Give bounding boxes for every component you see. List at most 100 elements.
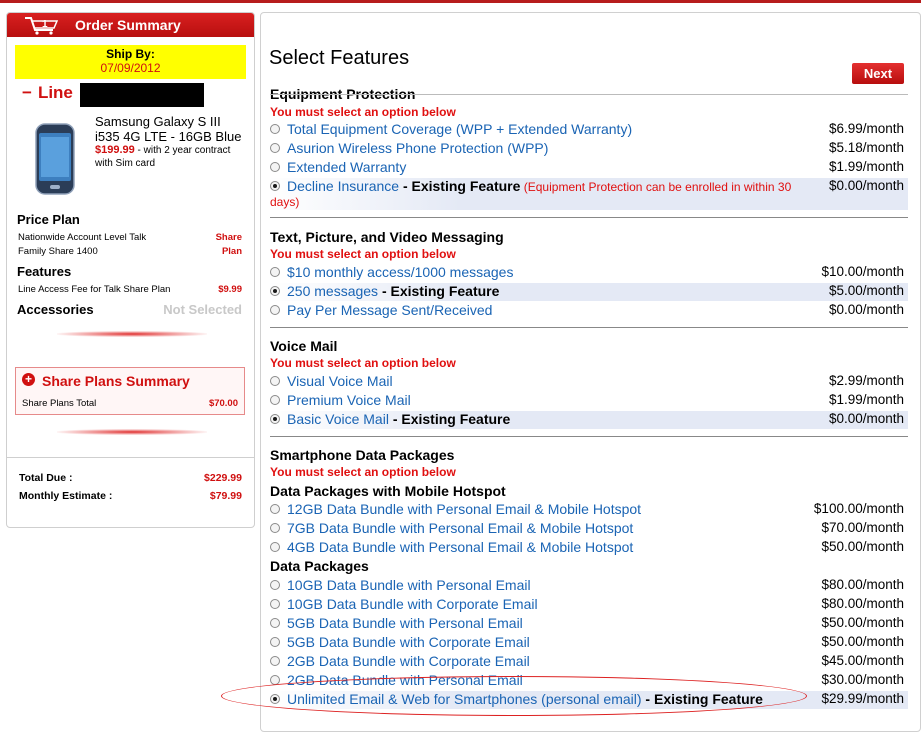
option-basic-voice-mail[interactable]: Basic Voice Mail - Existing Feature $0.0…	[268, 411, 908, 429]
section-divider	[270, 436, 908, 437]
option-label[interactable]: Decline Insurance	[287, 178, 399, 194]
option-price: $1.99/month	[828, 392, 904, 407]
option-price: $45.00/month	[821, 653, 904, 668]
option-label[interactable]: $10 monthly access/1000 messages	[287, 264, 513, 280]
option-label[interactable]: 2GB Data Bundle with Corporate Email	[287, 653, 530, 669]
option-decline-insurance[interactable]: Decline Insurance - Existing Feature (Eq…	[268, 178, 908, 210]
option-note-cont: days)	[270, 195, 300, 209]
option-1000-messages[interactable]: $10 monthly access/1000 messages $10.00/…	[268, 264, 908, 282]
option-label[interactable]: 7GB Data Bundle with Personal Email & Mo…	[287, 520, 633, 536]
option-label[interactable]: 5GB Data Bundle with Personal Email	[287, 615, 523, 631]
option-price: $100.00/month	[813, 501, 904, 516]
monthly-estimate-label: Monthly Estimate :	[19, 490, 113, 502]
radio-button[interactable]	[270, 523, 280, 533]
device-sim: with Sim card	[95, 158, 156, 169]
voicemail-must-select: You must select an option below	[270, 356, 456, 370]
order-summary-header: 1 Order Summary	[7, 13, 254, 37]
ship-by-label: Ship By:	[106, 47, 155, 61]
radio-button[interactable]	[270, 580, 280, 590]
option-10gb-corporate[interactable]: 10GB Data Bundle with Corporate Email $8…	[268, 596, 908, 614]
phone-image	[35, 123, 75, 195]
option-price: $50.00/month	[821, 634, 904, 649]
device-terms: - with 2 year contract	[134, 145, 231, 156]
option-visual-voice-mail[interactable]: Visual Voice Mail $2.99/month	[268, 373, 908, 391]
option-price: $2.99/month	[828, 373, 904, 388]
option-5gb-corporate[interactable]: 5GB Data Bundle with Corporate Email $50…	[268, 634, 908, 652]
radio-button[interactable]	[270, 124, 280, 134]
option-premium-voice-mail[interactable]: Premium Voice Mail $1.99/month	[268, 392, 908, 410]
radio-button[interactable]	[270, 542, 280, 552]
option-extended-warranty[interactable]: Extended Warranty $1.99/month	[268, 159, 908, 177]
option-label[interactable]: 5GB Data Bundle with Corporate Email	[287, 634, 530, 650]
device-name: Samsung Galaxy S III i535 4G LTE - 16GB …	[95, 114, 242, 144]
radio-button[interactable]	[270, 267, 280, 277]
option-label[interactable]: 12GB Data Bundle with Personal Email & M…	[287, 501, 641, 517]
option-price: $0.00/month	[828, 302, 904, 317]
share-plans-summary-box: + Share Plans Summary Share Plans Total …	[15, 367, 245, 415]
option-price: $80.00/month	[821, 596, 904, 611]
share-plans-summary-title[interactable]: Share Plans Summary	[42, 373, 190, 389]
option-12gb-hotspot[interactable]: 12GB Data Bundle with Personal Email & M…	[268, 501, 908, 519]
top-accent-bar	[0, 0, 921, 3]
radio-button[interactable]	[270, 376, 280, 386]
next-button[interactable]: Next	[852, 63, 904, 84]
data-packages-title: Smartphone Data Packages	[270, 447, 455, 463]
radio-button[interactable]	[270, 305, 280, 315]
option-5gb-personal[interactable]: 5GB Data Bundle with Personal Email $50.…	[268, 615, 908, 633]
option-4gb-hotspot[interactable]: 4GB Data Bundle with Personal Email & Mo…	[268, 539, 908, 557]
remove-line-icon[interactable]: −	[22, 83, 32, 102]
option-label[interactable]: 10GB Data Bundle with Personal Email	[287, 577, 531, 593]
option-label[interactable]: Total Equipment Coverage (WPP + Extended…	[287, 121, 632, 137]
radio-button[interactable]	[270, 599, 280, 609]
option-price: $30.00/month	[821, 672, 904, 687]
totals-divider	[7, 457, 254, 458]
radio-button-selected[interactable]	[270, 181, 280, 191]
option-label[interactable]: Pay Per Message Sent/Received	[287, 302, 492, 318]
device-details: Samsung Galaxy S III i535 4G LTE - 16GB …	[95, 114, 245, 170]
radio-button[interactable]	[270, 637, 280, 647]
radio-button[interactable]	[270, 143, 280, 153]
option-label[interactable]: Visual Voice Mail	[287, 373, 393, 389]
option-label[interactable]: 10GB Data Bundle with Corporate Email	[287, 596, 538, 612]
hotspot-subtitle: Data Packages with Mobile Hotspot	[270, 483, 506, 499]
section-divider	[270, 327, 908, 328]
option-10gb-personal[interactable]: 10GB Data Bundle with Personal Email $80…	[268, 577, 908, 595]
option-price: $10.00/month	[821, 264, 904, 279]
option-250-messages[interactable]: 250 messages - Existing Feature $5.00/mo…	[268, 283, 908, 301]
radio-button-selected[interactable]	[270, 414, 280, 424]
monthly-estimate-value: $79.99	[209, 490, 242, 502]
radio-button[interactable]	[270, 656, 280, 666]
option-label[interactable]: Extended Warranty	[287, 159, 406, 175]
price-plan-line1: Nationwide Account Level Talk	[18, 232, 147, 243]
option-pay-per-message[interactable]: Pay Per Message Sent/Received $0.00/mont…	[268, 302, 908, 320]
accessories-title: Accessories	[17, 302, 94, 317]
radio-button-selected[interactable]	[270, 286, 280, 296]
radio-button[interactable]	[270, 504, 280, 514]
feature-price: $9.99	[218, 284, 242, 295]
radio-button[interactable]	[270, 618, 280, 628]
messaging-title: Text, Picture, and Video Messaging	[270, 229, 504, 245]
option-label[interactable]: Premium Voice Mail	[287, 392, 411, 408]
option-price: $1.99/month	[828, 159, 904, 174]
highlight-ellipse-annotation	[221, 676, 807, 716]
data-must-select: You must select an option below	[270, 465, 456, 479]
price-plan-value2: Plan	[221, 246, 242, 257]
messaging-must-select: You must select an option below	[270, 247, 456, 261]
option-label[interactable]: Asurion Wireless Phone Protection (WPP)	[287, 140, 548, 156]
option-7gb-hotspot[interactable]: 7GB Data Bundle with Personal Email & Mo…	[268, 520, 908, 538]
option-price: $0.00/month	[828, 178, 904, 193]
option-asurion-wpp[interactable]: Asurion Wireless Phone Protection (WPP) …	[268, 140, 908, 158]
option-total-equipment-coverage[interactable]: Total Equipment Coverage (WPP + Extended…	[268, 121, 908, 139]
divider-swoosh	[57, 331, 207, 337]
radio-button[interactable]	[270, 162, 280, 172]
option-label[interactable]: Basic Voice Mail	[287, 411, 389, 427]
radio-button[interactable]	[270, 395, 280, 405]
option-2gb-corporate[interactable]: 2GB Data Bundle with Corporate Email $45…	[268, 653, 908, 671]
cart-count: 1	[42, 19, 48, 30]
page-title: Select Features	[269, 47, 410, 69]
option-label[interactable]: 250 messages	[287, 283, 378, 299]
price-plan-title: Price Plan	[17, 212, 80, 227]
expand-plus-icon[interactable]: +	[22, 373, 35, 386]
option-note: (Equipment Protection can be enrolled in…	[520, 180, 792, 194]
option-label[interactable]: 4GB Data Bundle with Personal Email & Mo…	[287, 539, 633, 555]
